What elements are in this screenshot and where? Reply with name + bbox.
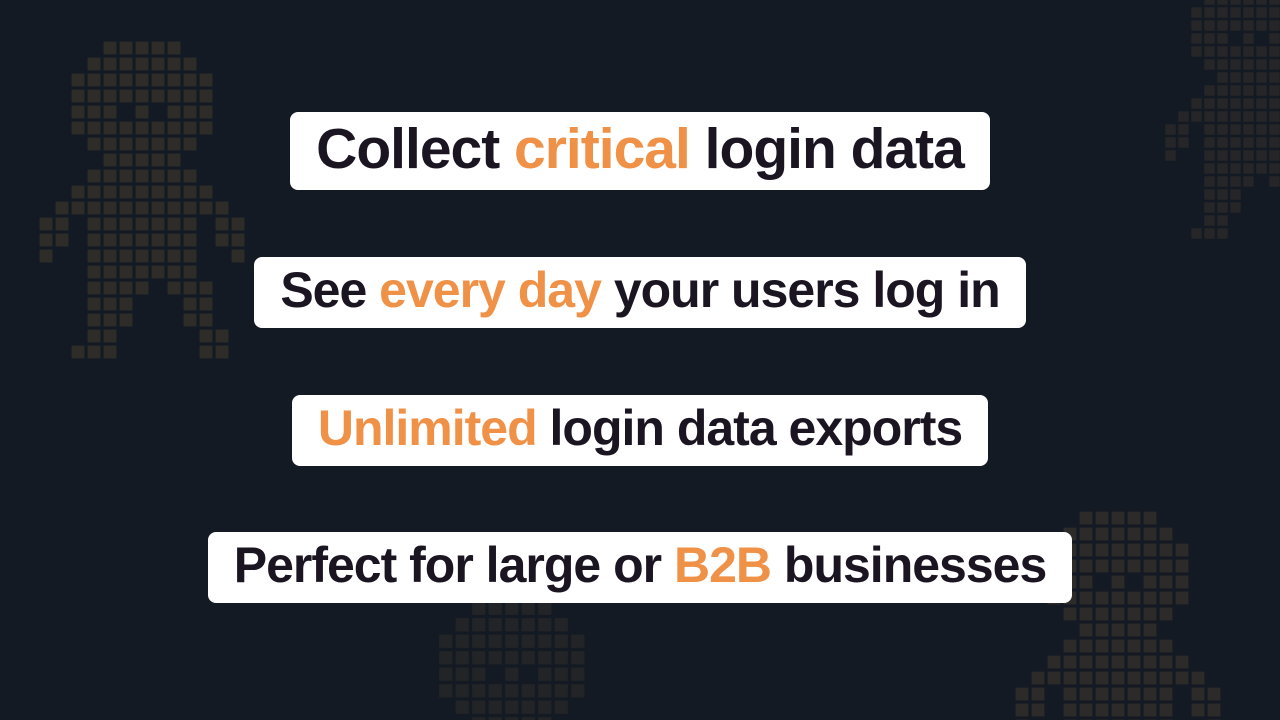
highlight: critical — [514, 117, 690, 181]
feature-list: Collect critical login data See every da… — [0, 0, 1280, 720]
text: businesses — [771, 537, 1046, 593]
highlight: Unlimited — [318, 400, 537, 456]
feature-line-1: Collect critical login data — [290, 112, 990, 191]
highlight: B2B — [674, 537, 771, 593]
text: Collect — [316, 117, 514, 181]
text: See — [280, 262, 379, 318]
text: login data exports — [537, 400, 963, 456]
feature-line-2: See every day your users log in — [254, 257, 1025, 328]
text: your users log in — [601, 262, 1000, 318]
feature-line-3: Unlimited login data exports — [292, 395, 988, 466]
highlight: every day — [379, 262, 601, 318]
text: Perfect for large or — [234, 537, 674, 593]
text: login data — [690, 117, 964, 181]
feature-line-4: Perfect for large or B2B businesses — [208, 532, 1073, 603]
